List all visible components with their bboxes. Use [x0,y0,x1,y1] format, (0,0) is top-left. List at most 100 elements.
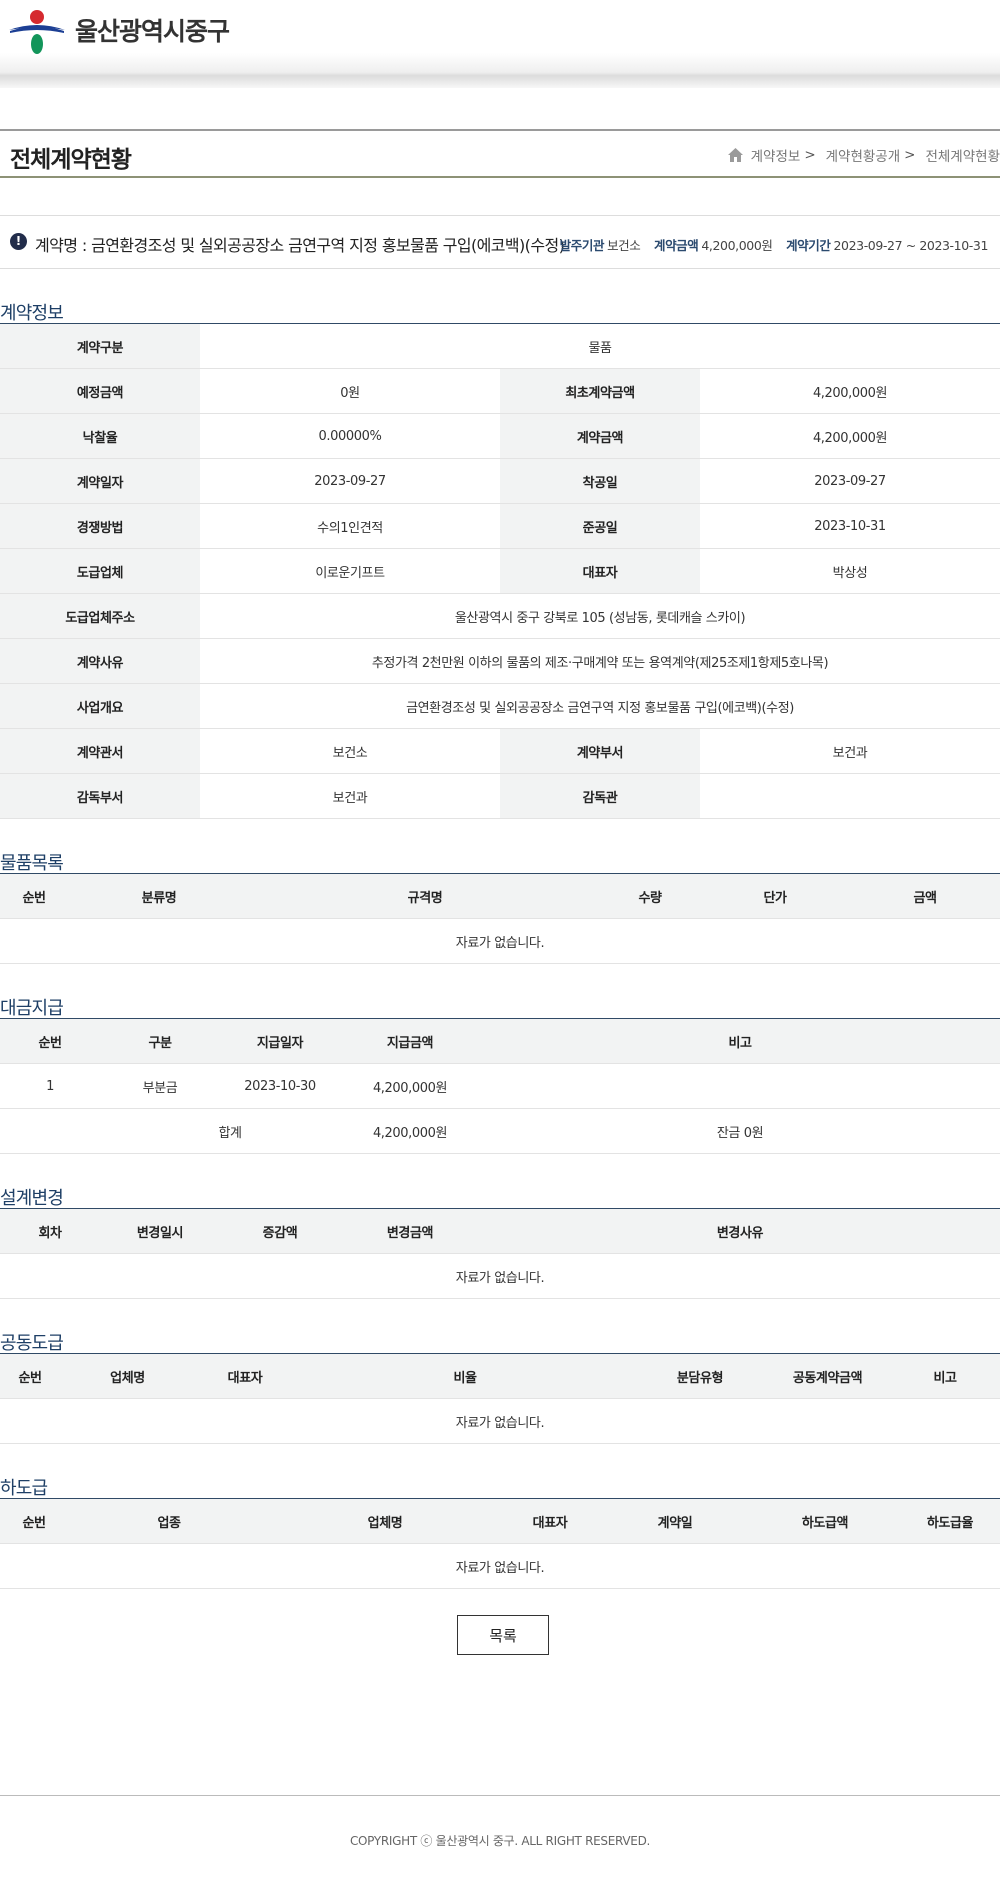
breadcrumb: 계약정보 > 계약현황공개 > 전체계약현황 [727,145,1000,165]
col-contract-date: 계약일 [600,1498,750,1544]
cell-type: 부분금 [100,1063,220,1109]
total-label: 합계 [0,1108,340,1154]
info-row: 낙찰율 0.00000% 계약금액 4,200,000원 [0,413,1000,459]
col-change-amount: 변경금액 [340,1208,480,1254]
info-value [700,773,1000,819]
col-remark: 비고 [480,1018,1000,1064]
brand-name[interactable]: 울산광역시중구 [75,12,230,48]
empty-row: 자료가 없습니다. [0,1543,1000,1589]
goods-header-row: 순번 분류명 규격명 수량 단가 금액 [0,873,1000,919]
breadcrumb-separator: > [804,147,816,163]
info-value: 4,200,000원 [700,368,1000,414]
info-value: 2023-09-27 [200,458,500,504]
info-value: 이로운기프트 [200,548,500,594]
payment-header-row: 순번 구분 지급일자 지급금액 비고 [0,1018,1000,1064]
empty-message: 자료가 없습니다. [0,1253,1000,1299]
footer: COPYRIGHT ⓒ 울산광역시 중구. ALL RIGHT RESERVED… [0,1795,1000,1895]
cell-pay-amount: 4,200,000원 [340,1063,480,1109]
title-bar: 전체계약현황 계약정보 > 계약현황공개 > 전체계약현황 [0,129,1000,178]
info-label: 준공일 [500,503,700,549]
info-value: 울산광역시 중구 강북로 105 (성남동, 롯데캐슬 스카이) [200,593,1000,639]
info-label: 계약일자 [0,458,200,504]
copyright: COPYRIGHT ⓒ 울산광역시 중구. ALL RIGHT RESERVED… [349,1834,651,1848]
section-title-design-change: 설계변경 [0,1188,64,1209]
col-diff: 증감액 [220,1208,340,1254]
col-round: 회차 [0,1208,100,1254]
empty-message: 자료가 없습니다. [0,1543,1000,1589]
col-ratio: 비율 [295,1353,635,1399]
info-label: 대표자 [500,548,700,594]
site-header: 울산광역시중구 [0,0,1000,88]
empty-row: 자료가 없습니다. [0,918,1000,964]
col-seq: 순번 [0,1498,68,1544]
empty-message: 자료가 없습니다. [0,1398,1000,1444]
info-label: 사업개요 [0,683,200,729]
col-sub-rate: 하도급율 [900,1498,1000,1544]
section-title-goods: 물품목록 [0,853,64,874]
col-qty: 수량 [600,873,700,919]
total-row: 합계 4,200,000원 잔금 0원 [0,1108,1000,1154]
col-ceo: 대표자 [195,1353,295,1399]
info-value: 0.00000% [200,413,500,459]
breadcrumb-item-current[interactable]: 전체계약현황 [925,145,1000,165]
period-label: 계약기간 [786,238,831,253]
col-change-date: 변경일시 [100,1208,220,1254]
design-change-table: 회차 변경일시 증감액 변경금액 변경사유 자료가 없습니다. [0,1208,1000,1299]
info-row: 예정금액 0원 최초계약금액 4,200,000원 [0,368,1000,414]
info-label: 착공일 [500,458,700,504]
info-label: 감독관 [500,773,700,819]
exclamation-icon: ! [10,233,27,250]
col-spec: 규격명 [250,873,600,919]
total-remark: 잔금 0원 [480,1108,1000,1154]
info-value: 수의1인견적 [200,503,500,549]
info-value: 2023-10-31 [700,503,1000,549]
home-icon[interactable] [727,148,743,162]
district-logo-icon[interactable] [8,8,66,54]
info-value: 0원 [200,368,500,414]
info-label: 낙찰율 [0,413,200,459]
col-amount: 금액 [850,873,1000,919]
info-row: 계약사유 추정가격 2천만원 이하의 물품의 제조·구매계약 또는 용역계약(제2… [0,638,1000,684]
col-seq: 순번 [0,1018,100,1064]
info-label: 도급업체주소 [0,593,200,639]
col-seq: 순번 [0,1353,60,1399]
col-pay-date: 지급일자 [220,1018,340,1064]
contract-meta: 발주기관 보건소 계약금액 4,200,000원 계약기간 2023-09-27 ~ … [550,235,989,254]
info-label: 최초계약금액 [500,368,700,414]
col-share-type: 분담유형 [635,1353,765,1399]
info-label: 계약구분 [0,323,200,369]
info-row: 사업개요 금연환경조성 및 실외공공장소 금연구역 지정 홍보물품 구입(에코백)… [0,683,1000,729]
cell-remark [480,1063,1000,1109]
subcontract-header-row: 순번 업종 업체명 대표자 계약일 하도급액 하도급율 [0,1498,1000,1544]
info-value: 추정가격 2천만원 이하의 물품의 제조·구매계약 또는 용역계약(제25조제1… [200,638,1000,684]
section-title-joint: 공동도급 [0,1333,64,1354]
agency-label: 발주기관 [559,238,605,253]
agency-value: 보건소 [607,238,641,253]
col-company: 업체명 [60,1353,195,1399]
breadcrumb-item-contract-info[interactable]: 계약정보 [751,145,801,165]
list-button[interactable]: 목록 [457,1615,549,1655]
cell-seq: 1 [0,1063,100,1109]
info-value: 보건과 [700,728,1000,774]
col-joint-amount: 공동계약금액 [765,1353,890,1399]
page-title: 전체계약현황 [10,147,132,173]
col-change-reason: 변경사유 [480,1208,1000,1254]
col-type: 구분 [100,1018,220,1064]
breadcrumb-item-disclosure[interactable]: 계약현황공개 [826,145,901,165]
joint-table: 순번 업체명 대표자 비율 분담유형 공동계약금액 비고 자료가 없습니다. [0,1353,1000,1444]
col-company: 업체명 [270,1498,500,1544]
amount-value: 4,200,000원 [701,238,773,253]
info-label: 예정금액 [0,368,200,414]
section-title-contract-info: 계약정보 [0,303,64,324]
info-value: 금연환경조성 및 실외공공장소 금연구역 지정 홍보물품 구입(에코백)(수정) [200,683,1000,729]
section-title-payment: 대금지급 [0,998,64,1019]
section-title-subcontract: 하도급 [0,1478,48,1499]
subcontract-table: 순번 업종 업체명 대표자 계약일 하도급액 하도급율 자료가 없습니다. [0,1498,1000,1589]
info-label: 경쟁방법 [0,503,200,549]
col-ceo: 대표자 [500,1498,600,1544]
info-label: 계약관서 [0,728,200,774]
info-row: 계약구분 물품 [0,323,1000,369]
info-row: 경쟁방법 수의1인견적 준공일 2023-10-31 [0,503,1000,549]
info-value: 박상성 [700,548,1000,594]
info-row: 계약관서 보건소 계약부서 보건과 [0,728,1000,774]
